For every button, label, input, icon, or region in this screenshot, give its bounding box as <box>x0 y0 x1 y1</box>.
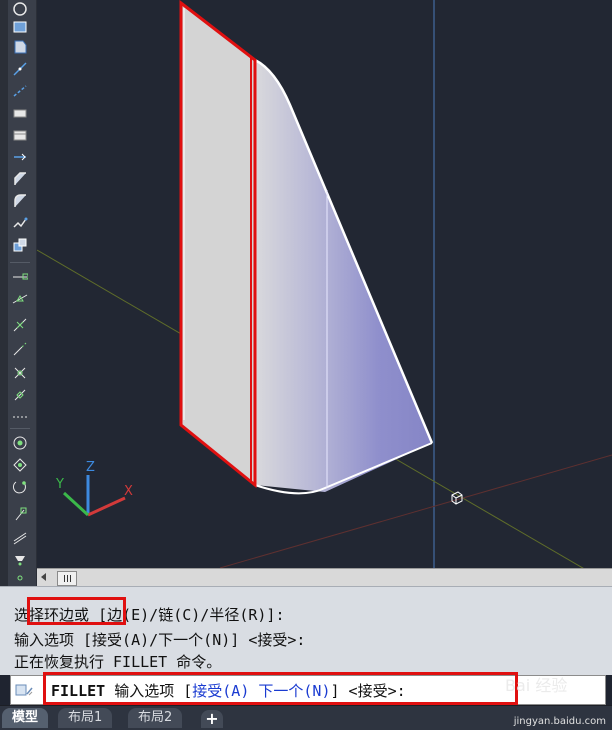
solid-edit-icon[interactable] <box>11 236 29 254</box>
circle-icon[interactable] <box>11 0 29 18</box>
snap-endpoint-icon[interactable] <box>11 268 29 286</box>
snap-intersection-icon[interactable] <box>11 316 29 334</box>
ucs-y-label: Y <box>55 477 64 492</box>
highlight-box-prompt <box>27 597 126 625</box>
snap-perpendicular-icon[interactable] <box>11 434 29 452</box>
scroll-thumb[interactable] <box>57 571 77 586</box>
fillet-icon[interactable] <box>11 192 29 210</box>
snap-extension-icon[interactable] <box>11 340 29 358</box>
left-toolbar <box>0 0 37 586</box>
snap-midpoint-icon[interactable] <box>11 290 29 308</box>
layout-tabs: 模型 布局1 布局2 + jingyan.baidu.com <box>0 705 612 730</box>
tab-model[interactable]: 模型 <box>2 708 49 728</box>
xline-icon[interactable] <box>11 82 29 100</box>
ucs-x-label: X <box>124 484 133 499</box>
drawing-viewport[interactable]: Z X Y <box>37 0 612 568</box>
add-layout-button[interactable]: + <box>201 710 223 728</box>
snap-tangent-icon[interactable] <box>11 408 29 426</box>
snap-insert-icon[interactable] <box>11 478 29 496</box>
scroll-left-icon[interactable] <box>41 573 46 581</box>
command-wrench-icon[interactable] <box>15 682 33 698</box>
explode-icon[interactable] <box>11 214 29 232</box>
history-line-3: 正在恢复执行 FILLET 命令。 <box>14 653 222 671</box>
command-history: 选择环边或 [边(E)/链(C)/半径(R)]: 输入选项 [接受(A)/下一个… <box>0 586 612 675</box>
horizontal-scrollbar[interactable] <box>37 568 612 587</box>
extend-icon[interactable] <box>11 148 29 166</box>
autocad-window: Z X Y 选择环边或 [边(E)/链(C)/半径(R)]: 输入选项 [接受(… <box>0 0 612 730</box>
front-face[interactable] <box>181 3 255 485</box>
ucs-icon <box>62 475 126 517</box>
curved-face[interactable] <box>255 60 432 492</box>
snap-settings-icon[interactable] <box>11 568 29 586</box>
cursor-cube-icon <box>451 491 463 505</box>
region-icon[interactable] <box>11 38 29 56</box>
cylinder-icon[interactable] <box>11 126 29 144</box>
line-icon[interactable] <box>11 60 29 78</box>
toolbar-grip[interactable] <box>0 0 8 586</box>
snap-center-icon[interactable] <box>11 364 29 382</box>
ucs-z-label: Z <box>86 460 95 475</box>
snap-nearest-icon[interactable] <box>11 528 29 546</box>
snap-node-icon[interactable] <box>11 506 29 524</box>
tab-layout1[interactable]: 布局1 <box>58 708 113 728</box>
highlight-box-command <box>43 672 518 705</box>
snap-none-icon[interactable] <box>11 550 29 568</box>
snap-parallel-icon[interactable] <box>11 456 29 474</box>
box-icon[interactable] <box>11 104 29 122</box>
model-scene: Z X Y <box>37 0 612 568</box>
watermark-site: jingyan.baidu.com <box>513 716 606 727</box>
rectangle-icon[interactable] <box>11 18 29 36</box>
history-line-2: 输入选项 [接受(A)/下一个(N)] <接受>: <box>14 631 306 649</box>
chamfer-icon[interactable] <box>11 170 29 188</box>
tab-layout2[interactable]: 布局2 <box>128 708 183 728</box>
baidu-watermark: Bai 经验 <box>505 676 568 695</box>
snap-quadrant-icon[interactable] <box>11 386 29 404</box>
